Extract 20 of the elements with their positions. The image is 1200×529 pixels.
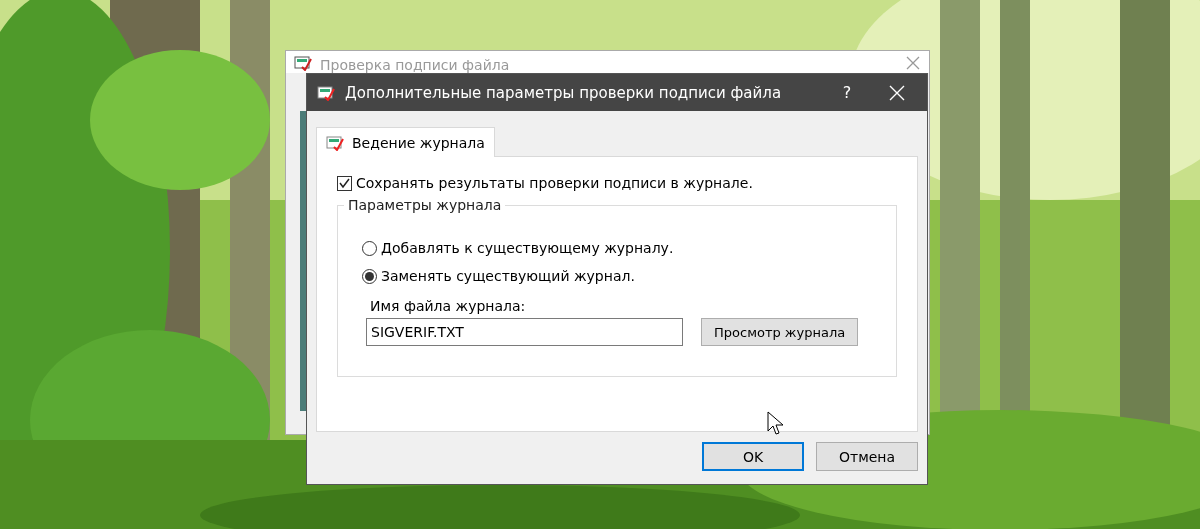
close-icon[interactable] xyxy=(889,84,905,101)
view-log-button[interactable]: Просмотр журнала xyxy=(701,318,859,346)
radio-button[interactable] xyxy=(362,240,377,256)
certificate-icon xyxy=(326,134,344,151)
radio-button[interactable] xyxy=(362,268,377,284)
checkbox-label: Сохранять результаты проверки подписи в журнале. xyxy=(356,175,753,191)
radio-label: Заменять существующий журнал. xyxy=(381,268,635,284)
field-label: Имя файла журнала: xyxy=(369,298,527,314)
tab[interactable]: Ведение журнала xyxy=(316,127,495,157)
checkbox[interactable] xyxy=(337,175,352,191)
certificate-icon xyxy=(317,84,335,101)
group-title: Параметры журнала xyxy=(344,197,506,213)
window-title: Проверка подписи файла xyxy=(320,56,511,73)
dialog-button[interactable]: OK xyxy=(702,442,804,471)
dialog-button[interactable]: Отмена xyxy=(816,442,918,471)
window-title: Дополнительные параметры проверки подписи файла xyxy=(345,83,783,102)
close-icon xyxy=(905,55,921,71)
input-field[interactable]: SIGVERIF.TXT xyxy=(366,318,683,346)
radio-label: Добавлять к существующему журналу. xyxy=(381,240,674,256)
help-button[interactable]: ? xyxy=(827,82,867,103)
